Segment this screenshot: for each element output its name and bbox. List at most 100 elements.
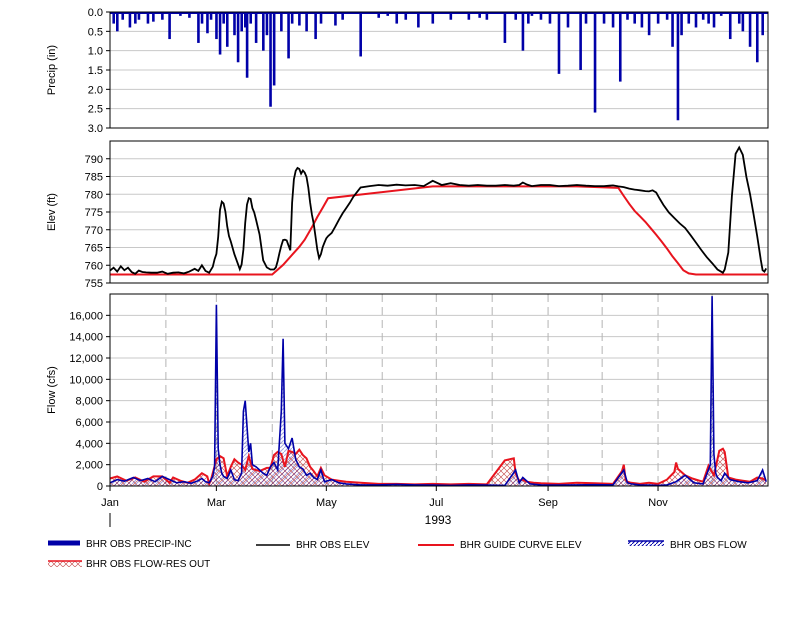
guide-curve-line [110,185,768,276]
precip-bar [262,12,265,51]
y-tick-label: 6,000 [75,417,103,429]
legend-label-flow: BHR OBS FLOW [670,540,747,551]
precip-bar [680,12,683,36]
legend-item-guide: BHR GUIDE CURVE ELEV [418,540,582,551]
y-tick-label: 760 [85,260,103,272]
precip-bar [116,12,119,32]
precip-bar [265,12,269,36]
precip-bar [647,12,651,36]
flow-lines [109,296,767,488]
x-tick-label: Mar [207,497,226,509]
precip-bar [566,12,570,28]
precip-bar [676,12,680,121]
y-tick-label: 4,000 [75,438,103,450]
precip-bar [359,12,362,57]
legend-label-guide: BHR GUIDE CURVE ELEV [460,540,582,551]
precip-bar [521,12,525,51]
legend-item-flow: BHR OBS FLOW [628,540,747,551]
precip-bars [110,12,768,121]
elev-grid [110,158,768,284]
precip-bar [197,12,200,43]
y-tick-label: 1.5 [88,65,103,77]
precip-bar [712,12,716,28]
y-tick-label: 14,000 [69,332,103,344]
y-tick-label: 755 [85,278,103,290]
flow-frame [109,293,769,487]
y-tick-label: 16,000 [69,310,103,322]
legend-item-resout: BHR OBS FLOW-RES OUT [48,559,210,570]
y-tick-label: 1.0 [88,46,103,58]
obs-elev-line [109,145,767,275]
precip-y-ticks: 0.0 0.5 1.0 1.5 2.0 2.5 3.0 [88,7,110,135]
y-tick-label: 3.0 [88,123,103,135]
y-tick-label: 2.5 [88,104,103,116]
precip-bar [128,12,132,28]
flow-x-ticks: Jan Mar May Jul Sep Nov [101,486,668,509]
obs-flow-area [110,296,767,486]
precip-bar [640,12,644,28]
y-tick-label: 12,000 [69,353,103,365]
precip-bar [298,12,301,26]
precip-bar [254,12,258,43]
precip-panel: 0.0 0.5 1.0 1.5 2.0 2.5 3.0 Precip (in) [46,7,769,135]
precip-bar [245,12,249,78]
precip-bar [611,12,615,28]
obs-flow-line [109,296,767,487]
x-tick-label: Jan [101,497,119,509]
y-tick-label: 2,000 [75,460,103,472]
y-tick-label: 8,000 [75,396,103,408]
x-tick-label: Nov [648,497,668,509]
precip-bar [240,12,243,32]
x-tick-label: Sep [538,497,558,509]
y-tick-label: 770 [85,225,103,237]
precip-bar [233,12,236,36]
precip-bar [206,12,209,34]
legend-item-precip: BHR OBS PRECIP-INC [48,539,192,550]
x-tick-label: Jul [429,497,443,509]
legend-swatch-resout [48,561,82,567]
y-tick-label: 0.0 [88,7,103,19]
flow-panel: 0 2,000 4,000 6,000 8,000 10,000 12,000 14,000 1… [46,293,769,527]
y-tick-label: 775 [85,207,103,219]
y-tick-label: 2.0 [88,84,103,96]
precip-bar [215,12,218,40]
precip-y-label: Precip (in) [46,45,58,95]
precip-bar [236,12,240,63]
precip-bar [694,12,698,28]
flow-y-label: Flow (cfs) [46,366,58,414]
y-tick-label: 0.5 [88,26,103,38]
legend-item-elev: BHR OBS ELEV [256,540,370,551]
precip-bar [579,12,582,70]
precip-bar [269,12,272,107]
precip-bar [503,12,507,43]
y-tick-label: 785 [85,172,103,184]
precip-bar [417,12,420,28]
y-tick-label: 10,000 [69,374,103,386]
precip-bar [593,12,597,113]
precip-bar [671,12,674,47]
precip-bar [761,12,764,36]
legend: BHR OBS PRECIP-INC BHR OBS ELEV BHR GUID… [48,539,747,570]
hydrograph-chart: 0.0 0.5 1.0 1.5 2.0 2.5 3.0 Precip (in) 755 760… [46,7,769,570]
flow-y-ticks: 0 2,000 4,000 6,000 8,000 10,000 12,000 14,000 1… [69,310,110,493]
y-tick-label: 765 [85,243,103,255]
precip-bar [218,12,222,55]
precip-bar [305,12,308,32]
elev-y-ticks: 755 760 765 770 775 780 785 790 [85,154,110,290]
precip-bar [618,12,622,82]
precip-bar [225,12,229,47]
x-tick-label: May [316,497,337,509]
precip-bar [287,12,290,59]
precip-bar [168,12,171,40]
flow-grid [110,294,768,487]
legend-label-resout: BHR OBS FLOW-RES OUT [86,559,210,570]
precip-bar [334,12,337,26]
res-out-line [109,447,767,488]
y-tick-label: 0 [97,481,103,493]
y-tick-label: 790 [85,154,103,166]
elev-lines [109,145,768,276]
precip-bar [748,12,752,47]
precip-bar [314,12,317,40]
precip-bar [280,12,283,32]
precip-bar [557,12,561,74]
